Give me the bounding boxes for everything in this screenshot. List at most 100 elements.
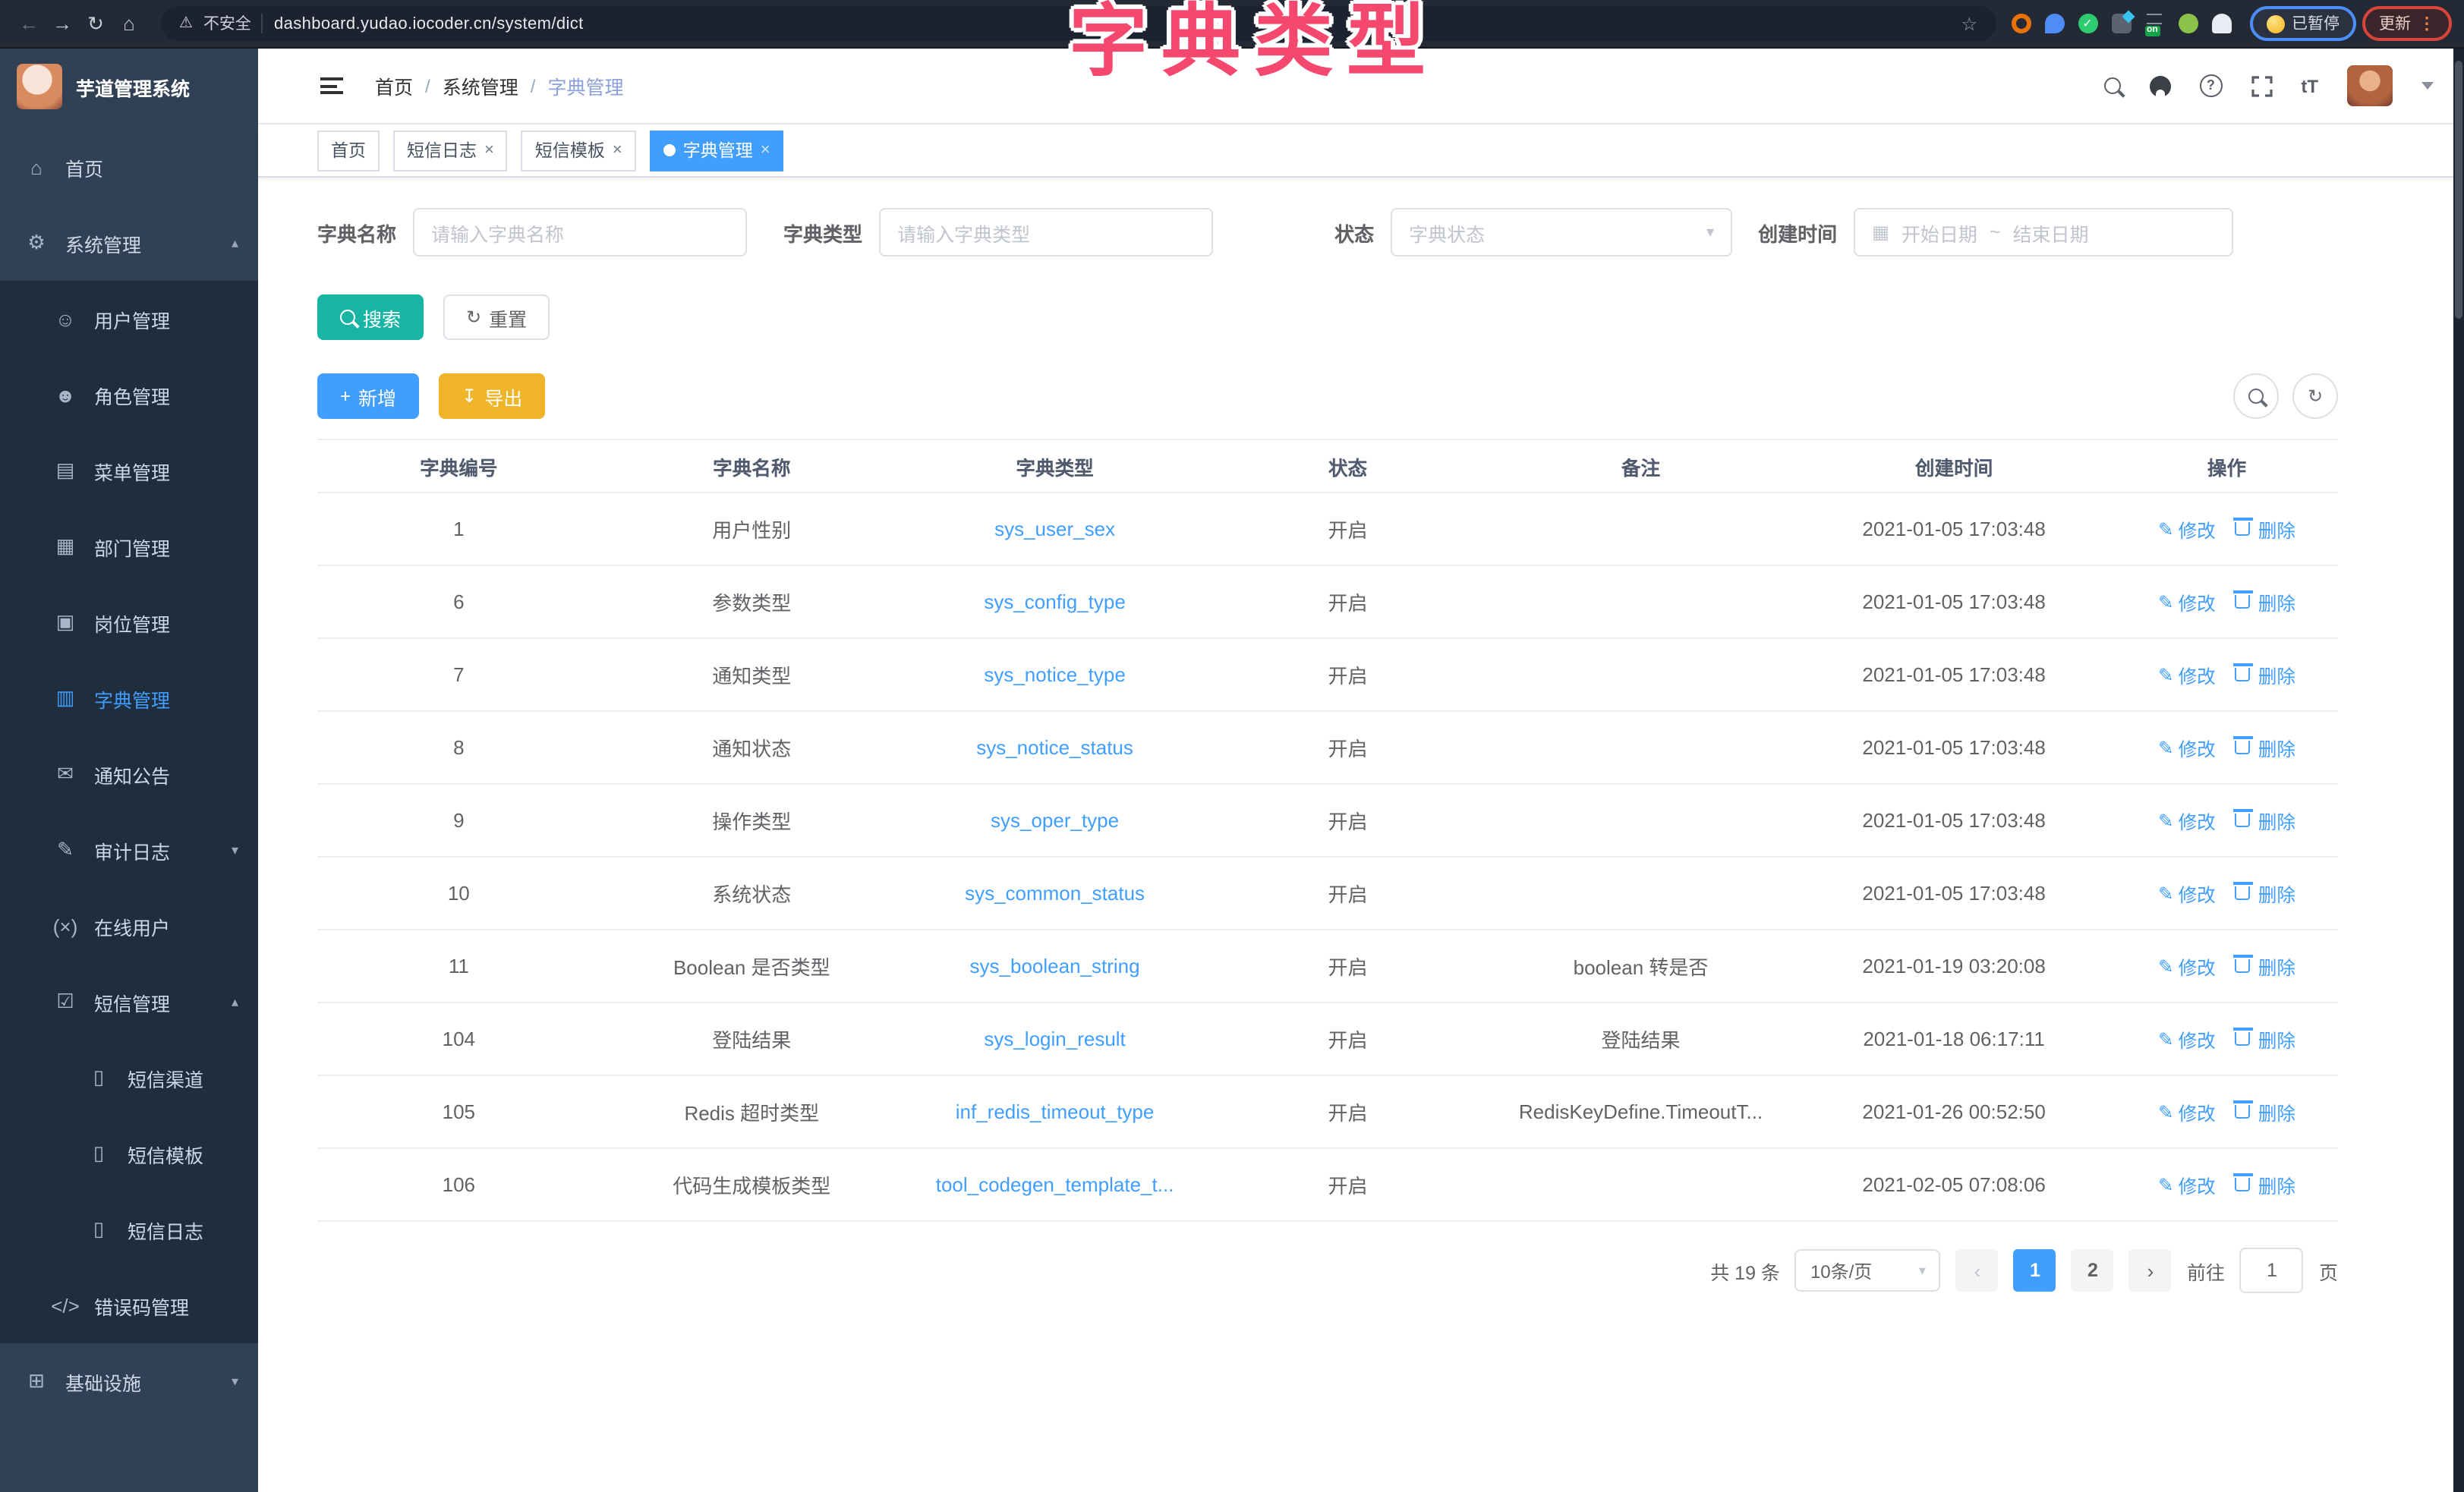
delete-button[interactable]: 删除 <box>2236 952 2295 980</box>
delete-button[interactable]: 删除 <box>2236 1171 2295 1198</box>
date-range-picker[interactable]: ▦ 开始日期 ~ 结束日期 <box>1854 208 2233 257</box>
extension-icon-3[interactable]: ✓ <box>2078 14 2097 33</box>
page-number-button[interactable]: 1 <box>2014 1249 2056 1292</box>
paused-extension-button[interactable]: 已暂停 <box>2249 6 2356 41</box>
sidebar-menu-item[interactable]: ☺ 用户管理 <box>0 281 258 357</box>
sidebar-menu-item[interactable]: ▦ 部门管理 <box>0 508 258 584</box>
edit-button[interactable]: ✎ 修改 <box>2158 807 2216 834</box>
page-size-select[interactable]: 10条/页 ▾ <box>1795 1249 1941 1292</box>
cell-dict-type-link[interactable]: inf_redis_timeout_type <box>903 1100 1206 1123</box>
edit-button[interactable]: ✎ 修改 <box>2158 661 2216 688</box>
search-button[interactable]: 搜索 <box>317 294 424 340</box>
scrollbar-thumb[interactable] <box>2455 61 2462 319</box>
sidebar-menu-item[interactable]: ▯ 短信日志 <box>0 1191 258 1267</box>
delete-button[interactable]: 删除 <box>2236 588 2295 615</box>
sidebar-menu-item[interactable]: ⊞ 基础设施 ▾ <box>0 1343 258 1419</box>
tag-close-icon[interactable]: × <box>613 141 622 159</box>
edit-button[interactable]: ✎ 修改 <box>2158 1171 2216 1198</box>
sidebar-menu-item[interactable]: ▯ 短信渠道 <box>0 1040 258 1116</box>
sidebar-menu-item[interactable]: ⌂ 首页 <box>0 129 258 205</box>
sidebar-menu-item[interactable]: ⚙ 系统管理 ▴ <box>0 205 258 281</box>
bookmark-star-icon[interactable]: ☆ <box>1961 13 1977 34</box>
show-search-toggle-button[interactable] <box>2233 373 2279 419</box>
edit-button[interactable]: ✎ 修改 <box>2158 1025 2216 1053</box>
refresh-table-button[interactable]: ↻ <box>2292 373 2338 419</box>
extension-icon-1[interactable] <box>2011 14 2031 33</box>
cell-dict-type-link[interactable]: sys_common_status <box>903 882 1206 905</box>
browser-update-button[interactable]: 更新 ⋮ <box>2362 6 2452 41</box>
help-icon[interactable]: ? <box>2199 74 2222 97</box>
delete-button[interactable]: 删除 <box>2236 1098 2295 1125</box>
edit-button[interactable]: ✎ 修改 <box>2158 588 2216 615</box>
cell-dict-type-link[interactable]: sys_notice_type <box>903 663 1206 686</box>
extension-icon-6[interactable] <box>2178 14 2198 33</box>
security-label[interactable]: 不安全 <box>203 12 251 35</box>
edit-button[interactable]: ✎ 修改 <box>2158 880 2216 907</box>
sidebar-menu-item[interactable]: ▯ 短信模板 <box>0 1116 258 1191</box>
tag-close-icon[interactable]: × <box>484 141 494 159</box>
dict-name-input[interactable]: 请输入字典名称 <box>413 208 747 257</box>
url-text[interactable]: dashboard.yudao.iocoder.cn/system/dict <box>274 14 584 33</box>
extension-icon-5[interactable]: on <box>2144 14 2164 33</box>
status-select[interactable]: 字典状态 ▾ <box>1391 208 1732 257</box>
delete-button[interactable]: 删除 <box>2236 515 2295 543</box>
sidebar-menu-item[interactable]: ▣ 岗位管理 <box>0 584 258 660</box>
cell-dict-type-link[interactable]: sys_oper_type <box>903 809 1206 832</box>
tag-item[interactable]: 首页 × <box>317 130 380 171</box>
user-menu-caret-icon[interactable] <box>2421 82 2434 90</box>
fullscreen-icon[interactable] <box>2251 75 2272 96</box>
sidebar-menu-item[interactable]: ▤ 菜单管理 <box>0 433 258 508</box>
cell-dict-type-link[interactable]: sys_login_result <box>903 1028 1206 1050</box>
sidebar-menu-item[interactable]: ☻ 角色管理 <box>0 357 258 433</box>
dict-type-input[interactable]: 请输入字典类型 <box>879 208 1213 257</box>
tag-item[interactable]: 字典管理 × <box>650 130 784 171</box>
back-icon[interactable]: ← <box>12 12 46 35</box>
reload-icon[interactable]: ↻ <box>79 11 112 36</box>
add-button[interactable]: + 新增 <box>317 373 419 419</box>
extension-icon-2[interactable] <box>2044 14 2064 33</box>
sidebar-menu-item[interactable]: </> 错误码管理 <box>0 1267 258 1343</box>
app-logo[interactable]: 芋道管理系统 <box>0 49 258 124</box>
forward-icon[interactable]: → <box>46 12 79 35</box>
sidebar-menu-item[interactable]: ✉ 通知公告 <box>0 736 258 812</box>
tag-item[interactable]: 短信模板 × <box>521 130 636 171</box>
prev-page-button[interactable]: ‹ <box>1956 1249 1999 1292</box>
delete-button[interactable]: 删除 <box>2236 661 2295 688</box>
delete-button[interactable]: 删除 <box>2236 734 2295 761</box>
cell-dict-type-link[interactable]: sys_notice_status <box>903 736 1206 759</box>
browser-menu-icon[interactable]: ⋮ <box>2418 14 2435 33</box>
cell-dict-type-link[interactable]: sys_user_sex <box>903 518 1206 540</box>
sidebar-menu-item[interactable]: (×) 在线用户 <box>0 888 258 964</box>
tag-item[interactable]: 短信日志 × <box>393 130 508 171</box>
delete-button[interactable]: 删除 <box>2236 807 2295 834</box>
jump-page-input[interactable]: 1 <box>2240 1248 2304 1293</box>
cell-dict-type-link[interactable]: tool_codegen_template_t... <box>903 1173 1206 1196</box>
window-scrollbar[interactable] <box>2453 49 2464 1492</box>
delete-button[interactable]: 删除 <box>2236 1025 2295 1053</box>
edit-button[interactable]: ✎ 修改 <box>2158 1098 2216 1125</box>
reset-button[interactable]: ↻ 重置 <box>443 294 550 340</box>
search-icon[interactable] <box>2103 77 2120 94</box>
delete-button[interactable]: 删除 <box>2236 880 2295 907</box>
export-button[interactable]: ↧ 导出 <box>439 373 545 419</box>
cell-dict-type-link[interactable]: sys_boolean_string <box>903 955 1206 977</box>
font-size-icon[interactable]: tT <box>2301 75 2318 96</box>
extension-icon-4[interactable] <box>2111 14 2131 33</box>
sidebar-menu-item[interactable]: ▥ 字典管理 <box>0 660 258 736</box>
breadcrumb-home[interactable]: 首页 <box>375 71 413 100</box>
page-number-button[interactable]: 2 <box>2072 1249 2114 1292</box>
user-avatar[interactable] <box>2347 65 2393 106</box>
sidebar-fold-icon[interactable] <box>317 71 346 100</box>
tag-close-icon[interactable]: × <box>761 141 770 159</box>
sidebar-menu-item[interactable]: ☑ 短信管理 ▴ <box>0 964 258 1040</box>
cell-dict-type-link[interactable]: sys_config_type <box>903 590 1206 613</box>
sidebar-menu-item[interactable]: ✎ 审计日志 ▾ <box>0 812 258 888</box>
breadcrumb-system[interactable]: 系统管理 <box>443 71 518 100</box>
home-icon[interactable]: ⌂ <box>112 12 146 35</box>
edit-button[interactable]: ✎ 修改 <box>2158 952 2216 980</box>
edit-button[interactable]: ✎ 修改 <box>2158 515 2216 543</box>
address-bar[interactable]: ⚠ 不安全 dashboard.yudao.iocoder.cn/system/… <box>161 6 1996 41</box>
next-page-button[interactable]: › <box>2129 1249 2172 1292</box>
extension-icon-7[interactable] <box>2211 14 2231 33</box>
github-icon[interactable] <box>2149 75 2170 96</box>
